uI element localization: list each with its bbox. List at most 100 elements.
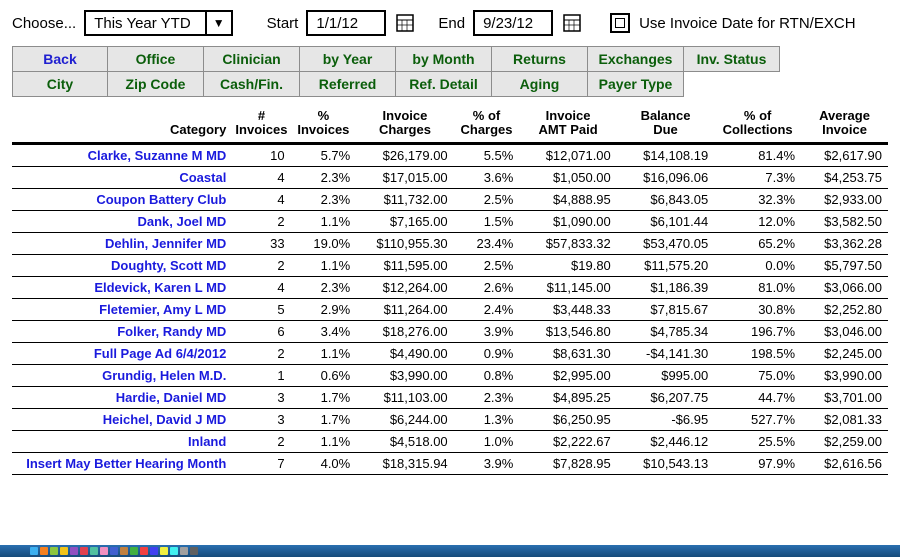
value-cell: 3.4% (291, 320, 357, 342)
tab-by-year[interactable]: by Year (300, 46, 396, 72)
category-cell[interactable]: Doughty, Scott MD (12, 254, 232, 276)
tab-payer-type[interactable]: Payer Type (588, 72, 684, 97)
tab-exchanges[interactable]: Exchanges (588, 46, 684, 72)
value-cell: $7,815.67 (617, 298, 714, 320)
col-category: Category (12, 103, 232, 143)
table-row: Coastal42.3%$17,015.003.6%$1,050.00$16,0… (12, 166, 888, 188)
taskbar-app-icon[interactable] (40, 547, 48, 555)
value-cell: $7,165.00 (356, 210, 453, 232)
taskbar-app-icon[interactable] (140, 547, 148, 555)
use-invoice-date-checkbox[interactable] (609, 12, 631, 34)
taskbar-app-icon[interactable] (150, 547, 158, 555)
value-cell: 19.0% (291, 232, 357, 254)
taskbar-app-icon[interactable] (60, 547, 68, 555)
taskbar-app-icon[interactable] (170, 547, 178, 555)
value-cell: -$4,141.30 (617, 342, 714, 364)
start-date-input[interactable]: 1/1/12 (306, 10, 386, 36)
taskbar-app-icon[interactable] (110, 547, 118, 555)
tab-cash-fin-[interactable]: Cash/Fin. (204, 72, 300, 97)
value-cell: 2.3% (454, 386, 520, 408)
value-cell: 6 (232, 320, 290, 342)
col-pct-invoices: %Invoices (291, 103, 357, 143)
value-cell: 1.1% (291, 342, 357, 364)
dropdown-icon[interactable]: ▼ (205, 12, 231, 34)
taskbar-app-icon[interactable] (180, 547, 188, 555)
value-cell: 3.6% (454, 166, 520, 188)
value-cell: $3,046.00 (801, 320, 888, 342)
value-cell: 1.1% (291, 210, 357, 232)
value-cell: 2.5% (454, 188, 520, 210)
category-cell[interactable]: Full Page Ad 6/4/2012 (12, 342, 232, 364)
taskbar-app-icon[interactable] (70, 547, 78, 555)
category-cell[interactable]: Clarke, Suzanne M MD (12, 143, 232, 166)
taskbar-app-icon[interactable] (160, 547, 168, 555)
tab-inv-status[interactable]: Inv. Status (684, 46, 780, 72)
value-cell: $3,701.00 (801, 386, 888, 408)
value-cell: 30.8% (714, 298, 801, 320)
tab-clinician[interactable]: Clinician (204, 46, 300, 72)
value-cell: $4,253.75 (801, 166, 888, 188)
tab-referred[interactable]: Referred (300, 72, 396, 97)
tab-aging[interactable]: Aging (492, 72, 588, 97)
taskbar-app-icon[interactable] (50, 547, 58, 555)
value-cell: 2.9% (291, 298, 357, 320)
col-pct-charges: % ofCharges (454, 103, 520, 143)
value-cell: 4 (232, 276, 290, 298)
taskbar-app-icon[interactable] (120, 547, 128, 555)
category-cell[interactable]: Dehlin, Jennifer MD (12, 232, 232, 254)
value-cell: 4.0% (291, 452, 357, 474)
category-cell[interactable]: Folker, Randy MD (12, 320, 232, 342)
value-cell: -$6.95 (617, 408, 714, 430)
taskbar-app-icon[interactable] (90, 547, 98, 555)
taskbar-app-icon[interactable] (100, 547, 108, 555)
value-cell: 3.9% (454, 320, 520, 342)
category-cell[interactable]: Fletemier, Amy L MD (12, 298, 232, 320)
value-cell: 4 (232, 188, 290, 210)
date-range-select[interactable]: This Year YTD ▼ (84, 10, 232, 36)
value-cell: $2,081.33 (801, 408, 888, 430)
calendar-icon[interactable] (394, 12, 416, 34)
value-cell: 1.1% (291, 254, 357, 276)
taskbar-app-icon[interactable] (190, 547, 198, 555)
value-cell: 5 (232, 298, 290, 320)
taskbar-app-icon[interactable] (30, 547, 38, 555)
tab-returns[interactable]: Returns (492, 46, 588, 72)
value-cell: $6,250.95 (519, 408, 616, 430)
end-date-input[interactable]: 9/23/12 (473, 10, 553, 36)
tab-zip-code[interactable]: Zip Code (108, 72, 204, 97)
category-cell[interactable]: Hardie, Daniel MD (12, 386, 232, 408)
category-cell[interactable]: Inland (12, 430, 232, 452)
category-cell[interactable]: Dank, Joel MD (12, 210, 232, 232)
value-cell: 7 (232, 452, 290, 474)
table-row: Doughty, Scott MD21.1%$11,595.002.5%$19.… (12, 254, 888, 276)
value-cell: $12,071.00 (519, 143, 616, 166)
taskbar-app-icon[interactable] (80, 547, 88, 555)
value-cell: $11,732.00 (356, 188, 453, 210)
tab-city[interactable]: City (12, 72, 108, 97)
tab-by-month[interactable]: by Month (396, 46, 492, 72)
category-cell[interactable]: Heichel, David J MD (12, 408, 232, 430)
value-cell: 527.7% (714, 408, 801, 430)
value-cell: $14,108.19 (617, 143, 714, 166)
tab-ref-detail[interactable]: Ref. Detail (396, 72, 492, 97)
value-cell: 2.4% (454, 298, 520, 320)
tab-office[interactable]: Office (108, 46, 204, 72)
category-cell[interactable]: Coastal (12, 166, 232, 188)
value-cell: $11,103.00 (356, 386, 453, 408)
value-cell: 81.0% (714, 276, 801, 298)
taskbar-app-icon[interactable] (130, 547, 138, 555)
calendar-icon[interactable] (561, 12, 583, 34)
value-cell: $57,833.32 (519, 232, 616, 254)
value-cell: $1,186.39 (617, 276, 714, 298)
category-cell[interactable]: Insert May Better Hearing Month (12, 452, 232, 474)
category-cell[interactable]: Eldevick, Karen L MD (12, 276, 232, 298)
choose-label: Choose... (12, 15, 76, 32)
category-cell[interactable]: Coupon Battery Club (12, 188, 232, 210)
report-table: Category #Invoices %Invoices InvoiceChar… (12, 103, 888, 475)
table-row: Folker, Randy MD63.4%$18,276.003.9%$13,5… (12, 320, 888, 342)
value-cell: $6,244.00 (356, 408, 453, 430)
value-cell: $11,595.00 (356, 254, 453, 276)
category-cell[interactable]: Grundig, Helen M.D. (12, 364, 232, 386)
value-cell: 97.9% (714, 452, 801, 474)
tab-back[interactable]: Back (12, 46, 108, 72)
